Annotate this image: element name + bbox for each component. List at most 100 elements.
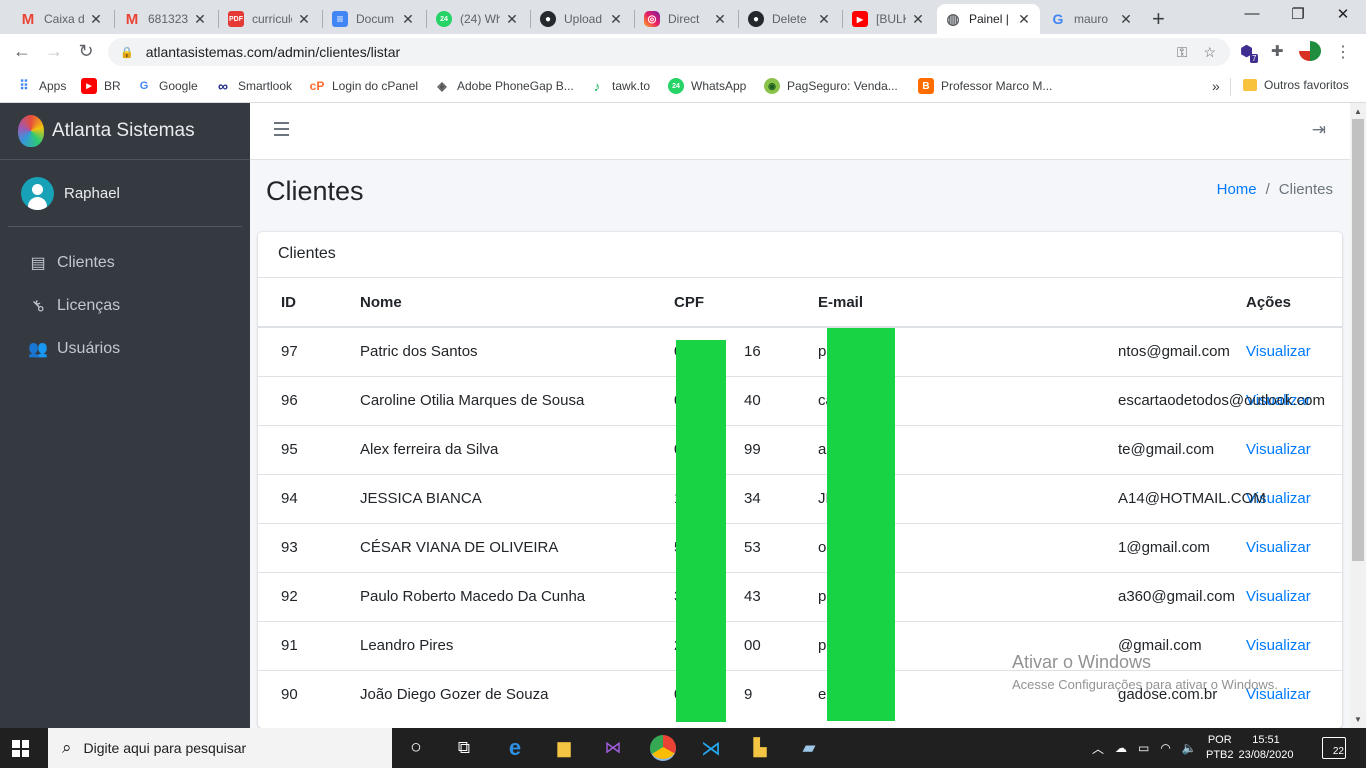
close-tab-icon[interactable]: ✕ (88, 11, 104, 28)
bookmark-star-icon[interactable]: ☆ (1203, 44, 1216, 61)
maximize-icon[interactable]: ❐ (1275, 5, 1321, 23)
browser-tab[interactable]: 24 (24) Wh ✕ (428, 4, 528, 34)
breadcrumb-home-link[interactable]: Home (1217, 181, 1257, 198)
user-panel[interactable]: Raphael (8, 160, 242, 227)
browser-tab[interactable]: G mauro ✕ (1042, 4, 1142, 34)
bookmark-google[interactable]: G Google (136, 78, 198, 94)
bookmarks-more-icon[interactable]: » (1212, 78, 1220, 94)
lock-icon[interactable]: 🔒 (120, 46, 134, 59)
bookmark-whatsapp[interactable]: 24 WhatsApp (668, 78, 746, 94)
sidebar-item-clientes[interactable]: ▤ Clientes (0, 241, 250, 284)
cortana-icon[interactable]: ○ (404, 736, 428, 760)
clock-date: 23/08/2020 (1238, 749, 1294, 761)
scrollbar-thumb[interactable] (1352, 119, 1364, 561)
edge-icon[interactable]: e (503, 735, 527, 760)
language-indicator[interactable]: POR PTB2 (1206, 733, 1234, 763)
forward-icon[interactable]: → (42, 41, 66, 62)
back-icon[interactable]: ← (10, 41, 34, 62)
bookmark-br[interactable]: ▶ BR (81, 78, 121, 94)
breadcrumb: Home / Clientes (1217, 181, 1333, 198)
browser-tab[interactable]: ▶ [BULK S ✕ (844, 4, 934, 34)
close-tab-icon[interactable]: ✕ (504, 11, 520, 28)
bookmark-smartlook[interactable]: ∞ Smartlook (215, 78, 292, 94)
visualizar-link[interactable]: Visualizar (1246, 588, 1311, 605)
visual-studio-icon[interactable]: ⋈ (601, 736, 625, 760)
close-window-icon[interactable]: ✕ (1320, 5, 1366, 23)
vscode-icon[interactable]: ⋊ (699, 736, 723, 760)
close-tab-icon[interactable]: ✕ (296, 11, 312, 28)
minimize-icon[interactable]: — (1229, 5, 1275, 22)
notification-center-icon[interactable]: 22 (1322, 737, 1346, 759)
bookmark-professor[interactable]: B Professor Marco M... (918, 78, 1052, 94)
sticky-folder-icon[interactable]: ▙ (748, 736, 772, 760)
page-scrollbar[interactable]: ▲ ▼ (1350, 103, 1366, 728)
scroll-down-icon[interactable]: ▼ (1354, 715, 1362, 724)
system-tray: ︿ ☁ ▭ ◠ 🔈 (1092, 728, 1197, 768)
address-bar[interactable]: 🔒 atlantasistemas.com/admin/clientes/lis… (108, 38, 1230, 66)
taskbar-search-box[interactable]: ⌕ Digite aqui para pesquisar (48, 728, 392, 768)
bookmark-cpanel[interactable]: cP Login do cPanel (309, 78, 418, 94)
wifi-icon[interactable]: ◠ (1160, 741, 1170, 755)
close-tab-icon[interactable]: ✕ (192, 11, 208, 28)
visualizar-link[interactable]: Visualizar (1246, 441, 1311, 458)
browser-tab[interactable]: ≡ Docum ✕ (324, 4, 424, 34)
cell-id: 95 (258, 424, 337, 474)
sidebar-item-licencas[interactable]: ⚷ Licenças (0, 284, 250, 327)
close-tab-icon[interactable]: ✕ (1016, 11, 1032, 28)
windows-start-icon[interactable] (12, 740, 29, 757)
browser-tab[interactable]: ● Delete ✕ (740, 4, 840, 34)
bookmark-tawkto[interactable]: ♪ tawk.to (589, 78, 650, 94)
profile-avatar[interactable] (1299, 41, 1321, 61)
browser-tab-active[interactable]: ◍ Painel | ✕ (937, 4, 1040, 34)
sign-out-icon[interactable]: ⇥ (1312, 120, 1326, 140)
browser-tab[interactable]: M 681323 ✕ (116, 4, 216, 34)
visualizar-link[interactable]: Visualizar (1246, 539, 1311, 556)
cell-nome: Leandro Pires (337, 620, 651, 670)
hamburger-menu-icon[interactable] (274, 122, 289, 136)
visualizar-link[interactable]: Visualizar (1246, 343, 1311, 360)
puzzle-icon[interactable]: ✚ (1271, 42, 1284, 60)
close-tab-icon[interactable]: ✕ (910, 11, 926, 28)
email-end: 1@gmail.com (1118, 539, 1210, 556)
reload-icon[interactable]: ↻ (74, 41, 98, 62)
task-view-icon[interactable]: ⧉ (452, 736, 476, 760)
bookmark-label: Google (159, 79, 198, 93)
sidebar-item-usuarios[interactable]: 👥 Usuários (0, 327, 250, 370)
column-header-id[interactable]: ID (258, 278, 337, 328)
file-explorer-icon[interactable]: ▆ (552, 736, 576, 760)
taskbar-clock[interactable]: 15:51 23/08/2020 (1236, 733, 1296, 763)
close-tab-icon[interactable]: ✕ (400, 11, 416, 28)
cloud-icon[interactable]: ☁ (1115, 741, 1127, 755)
browser-tab[interactable]: M Caixa de ✕ (12, 4, 112, 34)
browser-tab[interactable]: ● Upload ✕ (532, 4, 632, 34)
close-tab-icon[interactable]: ✕ (608, 11, 624, 28)
clock-time: 15:51 (1252, 734, 1280, 746)
scroll-up-icon[interactable]: ▲ (1354, 107, 1362, 116)
bookmark-phonegap[interactable]: ◈ Adobe PhoneGap B... (434, 78, 573, 94)
browser-tab-strip: M Caixa de ✕ M 681323 ✕ PDF curriculo ✕ … (0, 0, 1366, 34)
brand-link[interactable]: Atlanta Sistemas (0, 103, 250, 160)
close-tab-icon[interactable]: ✕ (1118, 11, 1134, 28)
browser-tab[interactable]: PDF curriculo ✕ (220, 4, 320, 34)
close-tab-icon[interactable]: ✕ (816, 11, 832, 28)
volume-icon[interactable]: 🔈 (1182, 741, 1197, 755)
chrome-icon[interactable] (650, 735, 676, 761)
cpf-end: 99 (744, 441, 761, 458)
docs-icon: ≡ (332, 11, 348, 27)
column-header-cpf[interactable]: CPF (651, 278, 795, 328)
column-header-email[interactable]: E-mail (795, 278, 1223, 328)
bookmark-label: BR (104, 79, 121, 93)
brand-text: Atlanta Sistemas (52, 120, 195, 141)
other-bookmarks[interactable]: Outros favoritos (1243, 78, 1349, 92)
column-header-nome[interactable]: Nome (337, 278, 651, 328)
bookmark-apps[interactable]: ⠿ Apps (16, 78, 66, 94)
chevron-up-icon[interactable]: ︿ (1092, 740, 1104, 757)
new-tab-button[interactable]: + (1152, 6, 1165, 32)
app-icon[interactable]: ▰ (797, 736, 821, 760)
close-tab-icon[interactable]: ✕ (712, 11, 728, 28)
device-icon[interactable]: ▭ (1138, 741, 1149, 755)
bookmark-pagseguro[interactable]: ◉ PagSeguro: Venda... (764, 78, 898, 94)
key-icon[interactable]: ⚿ (1177, 44, 1188, 61)
browser-tab[interactable]: ◎ Direct ✕ (636, 4, 736, 34)
kebab-menu-icon[interactable]: ⋮ (1335, 42, 1351, 62)
